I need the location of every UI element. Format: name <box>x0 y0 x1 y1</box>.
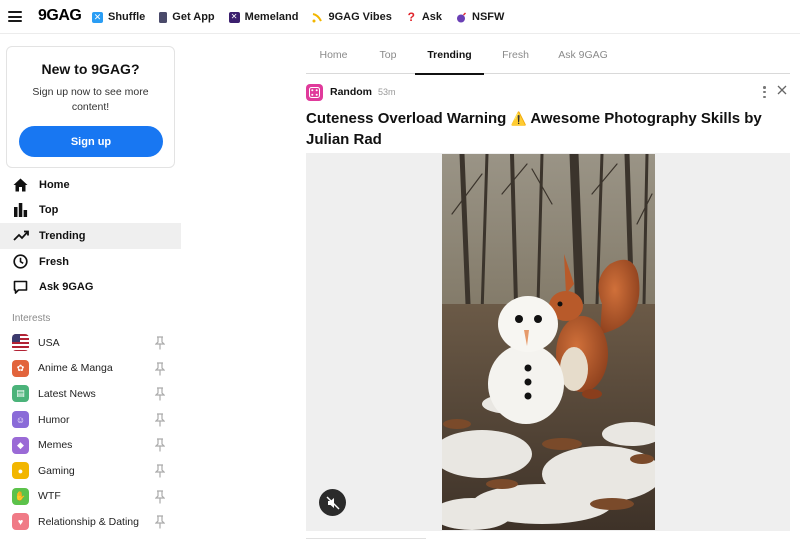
topnav-shuffle[interactable]: ✕ Shuffle <box>92 11 145 23</box>
signup-button[interactable]: Sign up <box>19 126 163 157</box>
warning-emoji: ⚠️ <box>510 111 527 126</box>
sidebar-nav: Home Top Trending Fresh Ask 9GAG <box>0 172 181 300</box>
topnav-memeland[interactable]: ✕ Memeland <box>228 11 299 23</box>
interest-latest-news[interactable]: ▤ Latest News <box>0 381 181 407</box>
speaker-muted-icon <box>326 496 339 509</box>
topnav-get-app[interactable]: Get App <box>159 11 215 23</box>
promo-text: Sign up now to see more content! <box>32 86 149 113</box>
home-icon <box>12 176 29 193</box>
interest-anime-manga[interactable]: ✿ Anime & Manga <box>0 356 181 382</box>
interest-label: USA <box>38 336 60 349</box>
interest-gaming[interactable]: ● Gaming <box>0 458 181 484</box>
sidebar-item-top[interactable]: Top <box>0 198 181 224</box>
mute-toggle-button[interactable] <box>319 489 346 516</box>
pin-icon[interactable] <box>155 361 165 376</box>
post-header: Random 53m <box>306 82 790 102</box>
question-icon: ? <box>407 10 416 24</box>
bar-chart-icon <box>12 202 29 219</box>
interest-label: WTF <box>38 490 61 503</box>
pin-icon[interactable] <box>155 413 165 427</box>
news-icon: ▤ <box>12 385 29 403</box>
pin-icon[interactable] <box>155 515 165 529</box>
pin-icon[interactable] <box>155 464 165 478</box>
menu-icon[interactable] <box>8 11 22 22</box>
us-flag-icon <box>12 334 29 352</box>
top-bar: 9GAG ✕ Shuffle Get App ✕ Memeland 9GAG V… <box>0 0 800 34</box>
gem-icon: ◆ <box>12 436 29 454</box>
pin-icon[interactable] <box>155 438 165 452</box>
memeland-icon: ✕ <box>228 11 240 23</box>
pin-icon[interactable] <box>155 336 165 350</box>
tab-home[interactable]: Home <box>306 36 361 74</box>
tab-ask-9gag[interactable]: Ask 9GAG <box>547 36 619 74</box>
topnav-nsfw[interactable]: NSFW <box>456 11 504 23</box>
promo-title: New to 9GAG? <box>41 61 140 77</box>
more-options-icon[interactable] <box>763 86 767 98</box>
topnav-label: NSFW <box>472 11 505 23</box>
interest-relationship-dating[interactable]: ♥ Relationship & Dating <box>0 509 181 535</box>
tab-trending[interactable]: Trending <box>415 36 484 75</box>
sidebar-item-label: Ask 9GAG <box>39 281 94 294</box>
tab-top[interactable]: Top <box>361 36 415 74</box>
tab-fresh[interactable]: Fresh <box>484 36 547 74</box>
post-media[interactable] <box>306 153 790 531</box>
topnav-label: Get App <box>172 11 215 23</box>
top-nav: ✕ Shuffle Get App ✕ Memeland 9GAG Vibes … <box>92 0 504 34</box>
speech-bubble-icon <box>12 279 29 296</box>
anime-icon: ✿ <box>12 359 29 377</box>
interest-humor[interactable]: ☺ Humor <box>0 407 181 433</box>
sidebar-item-label: Trending <box>39 229 86 242</box>
vibes-icon <box>312 12 323 23</box>
interest-label: Humor <box>38 413 70 426</box>
clock-icon <box>12 253 29 270</box>
topnav-label: Ask <box>421 11 443 23</box>
sidebar-item-label: Fresh <box>39 255 69 268</box>
topnav-label: 9GAG Vibes <box>328 11 392 23</box>
sidebar-item-label: Home <box>39 178 70 191</box>
heart-icon: ♥ <box>12 513 29 531</box>
sidebar-item-home[interactable]: Home <box>0 172 181 198</box>
post-title[interactable]: Cuteness Overload Warning ⚠️ Awesome Pho… <box>306 108 776 150</box>
next-post-edge <box>306 538 426 542</box>
feed-tabs: Home Top Trending Fresh Ask 9GAG <box>306 36 790 75</box>
trending-icon <box>12 227 29 244</box>
phone-icon <box>159 11 168 23</box>
wtf-icon: ✋ <box>12 487 29 505</box>
interest-label: Latest News <box>38 387 96 400</box>
sidebar-item-trending[interactable]: Trending <box>0 223 181 249</box>
interests-heading: Interests <box>12 313 51 324</box>
post-age: 53m <box>378 87 396 97</box>
interest-label: Gaming <box>38 464 75 477</box>
sidebar-item-ask[interactable]: Ask 9GAG <box>0 274 181 300</box>
interest-label: Anime & Manga <box>38 362 113 375</box>
pin-icon[interactable] <box>155 489 165 504</box>
topnav-vibes[interactable]: 9GAG Vibes <box>312 11 392 23</box>
interest-label: Memes <box>38 439 73 452</box>
gamepad-icon: ● <box>12 462 29 480</box>
interests-list: USA ✿ Anime & Manga ▤ Latest News ☺ Humo… <box>0 330 181 535</box>
humor-icon: ☺ <box>12 411 29 429</box>
sidebar-item-label: Top <box>39 204 59 217</box>
post-category[interactable]: Random <box>330 86 372 98</box>
squirrel-snowman-illustration <box>442 154 655 530</box>
random-dice-icon[interactable] <box>306 83 323 101</box>
interest-label: Relationship & Dating <box>38 515 139 528</box>
close-icon[interactable] <box>776 84 788 96</box>
interest-memes[interactable]: ◆ Memes <box>0 432 181 458</box>
shuffle-icon: ✕ <box>92 11 103 23</box>
sidebar-item-fresh[interactable]: Fresh <box>0 249 181 275</box>
post-title-text: Cuteness Overload Warning <box>306 110 507 127</box>
topnav-ask[interactable]: ? Ask <box>406 11 442 23</box>
post-photo[interactable] <box>442 154 655 530</box>
signup-promo-card: New to 9GAG? Sign up now to see more con… <box>6 46 175 168</box>
bomb-icon <box>456 12 467 23</box>
topnav-label: Shuffle <box>108 11 146 23</box>
topnav-label: Memeland <box>244 11 299 23</box>
pin-icon[interactable] <box>155 387 165 401</box>
interest-wtf[interactable]: ✋ WTF <box>0 484 181 510</box>
interest-usa[interactable]: USA <box>0 330 181 356</box>
site-logo[interactable]: 9GAG <box>38 7 82 25</box>
